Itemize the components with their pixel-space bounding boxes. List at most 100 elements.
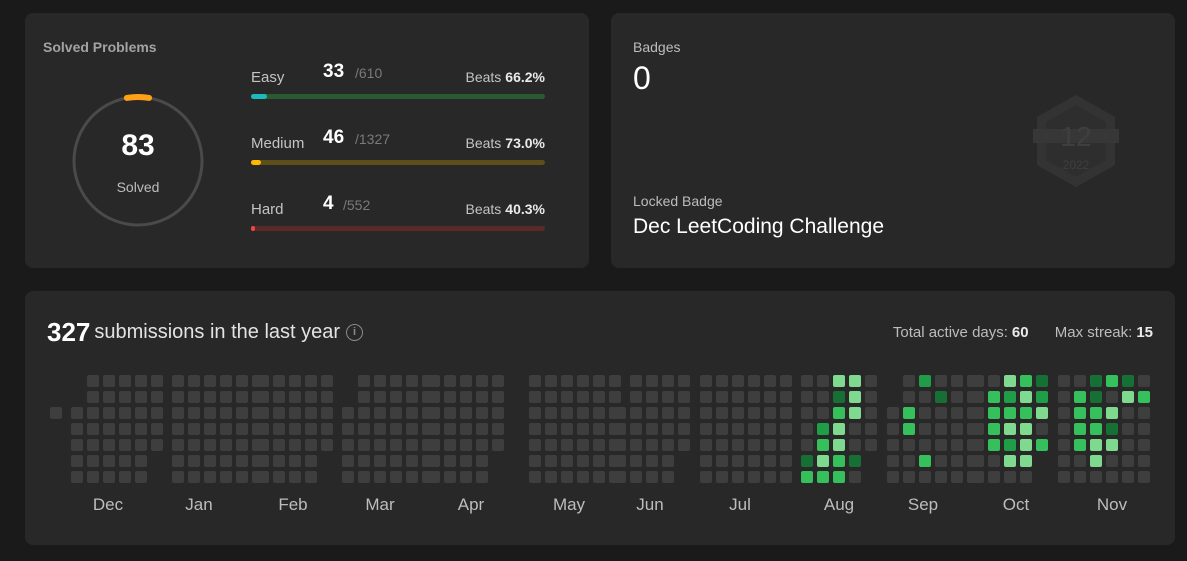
heatmap-day-cell[interactable]: [1036, 375, 1048, 387]
heatmap-day-cell[interactable]: [903, 439, 915, 451]
heatmap-day-cell[interactable]: [220, 439, 232, 451]
heatmap-day-cell[interactable]: [374, 455, 386, 467]
heatmap-day-cell[interactable]: [801, 471, 813, 483]
heatmap-day-cell[interactable]: [406, 407, 418, 419]
heatmap-day-cell[interactable]: [935, 375, 947, 387]
heatmap-day-cell[interactable]: [951, 391, 963, 403]
heatmap-day-cell[interactable]: [849, 407, 861, 419]
heatmap-day-cell[interactable]: [951, 375, 963, 387]
heatmap-day-cell[interactable]: [1090, 423, 1102, 435]
heatmap-day-cell[interactable]: [71, 407, 83, 419]
heatmap-day-cell[interactable]: [833, 391, 845, 403]
heatmap-day-cell[interactable]: [476, 375, 488, 387]
heatmap-day-cell[interactable]: [103, 423, 115, 435]
heatmap-day-cell[interactable]: [988, 407, 1000, 419]
heatmap-day-cell[interactable]: [342, 407, 354, 419]
heatmap-day-cell[interactable]: [903, 471, 915, 483]
heatmap-day-cell[interactable]: [716, 455, 728, 467]
heatmap-day-cell[interactable]: [257, 407, 269, 419]
heatmap-day-cell[interactable]: [305, 375, 317, 387]
heatmap-day-cell[interactable]: [1106, 471, 1118, 483]
heatmap-day-cell[interactable]: [662, 455, 674, 467]
heatmap-day-cell[interactable]: [1058, 455, 1070, 467]
heatmap-day-cell[interactable]: [865, 375, 877, 387]
heatmap-day-cell[interactable]: [71, 439, 83, 451]
heatmap-day-cell[interactable]: [390, 455, 402, 467]
heatmap-day-cell[interactable]: [780, 455, 792, 467]
heatmap-day-cell[interactable]: [119, 407, 131, 419]
heatmap-day-cell[interactable]: [919, 407, 931, 419]
heatmap-day-cell[interactable]: [919, 455, 931, 467]
heatmap-day-cell[interactable]: [172, 455, 184, 467]
heatmap-day-cell[interactable]: [748, 391, 760, 403]
heatmap-day-cell[interactable]: [257, 471, 269, 483]
heatmap-day-cell[interactable]: [460, 407, 472, 419]
heatmap-day-cell[interactable]: [972, 407, 984, 419]
heatmap-day-cell[interactable]: [204, 471, 216, 483]
heatmap-day-cell[interactable]: [561, 439, 573, 451]
heatmap-day-cell[interactable]: [748, 439, 760, 451]
heatmap-day-cell[interactable]: [476, 439, 488, 451]
heatmap-day-cell[interactable]: [1074, 423, 1086, 435]
heatmap-day-cell[interactable]: [204, 407, 216, 419]
heatmap-day-cell[interactable]: [833, 455, 845, 467]
heatmap-day-cell[interactable]: [358, 423, 370, 435]
heatmap-day-cell[interactable]: [972, 423, 984, 435]
heatmap-day-cell[interactable]: [732, 375, 744, 387]
heatmap-day-cell[interactable]: [545, 471, 557, 483]
heatmap-day-cell[interactable]: [273, 391, 285, 403]
heatmap-day-cell[interactable]: [545, 407, 557, 419]
heatmap-day-cell[interactable]: [135, 439, 147, 451]
heatmap-day-cell[interactable]: [748, 455, 760, 467]
heatmap-day-cell[interactable]: [646, 471, 658, 483]
heatmap-day-cell[interactable]: [887, 407, 899, 419]
heatmap-day-cell[interactable]: [614, 455, 626, 467]
heatmap-day-cell[interactable]: [951, 439, 963, 451]
heatmap-day-cell[interactable]: [865, 439, 877, 451]
heatmap-day-cell[interactable]: [444, 391, 456, 403]
heatmap-day-cell[interactable]: [273, 375, 285, 387]
heatmap-day-cell[interactable]: [801, 439, 813, 451]
heatmap-day-cell[interactable]: [561, 471, 573, 483]
heatmap-day-cell[interactable]: [1020, 455, 1032, 467]
heatmap-day-cell[interactable]: [887, 455, 899, 467]
heatmap-day-cell[interactable]: [289, 375, 301, 387]
heatmap-day-cell[interactable]: [630, 423, 642, 435]
heatmap-day-cell[interactable]: [135, 423, 147, 435]
heatmap-day-cell[interactable]: [1058, 423, 1070, 435]
heatmap-day-cell[interactable]: [1138, 439, 1150, 451]
heatmap-day-cell[interactable]: [1036, 391, 1048, 403]
heatmap-day-cell[interactable]: [1004, 439, 1016, 451]
heatmap-day-cell[interactable]: [428, 471, 440, 483]
heatmap-day-cell[interactable]: [1090, 471, 1102, 483]
heatmap-day-cell[interactable]: [817, 455, 829, 467]
heatmap-day-cell[interactable]: [700, 423, 712, 435]
heatmap-day-cell[interactable]: [305, 407, 317, 419]
heatmap-day-cell[interactable]: [305, 391, 317, 403]
heatmap-day-cell[interactable]: [700, 391, 712, 403]
heatmap-day-cell[interactable]: [71, 423, 83, 435]
heatmap-day-cell[interactable]: [716, 423, 728, 435]
heatmap-day-cell[interactable]: [593, 375, 605, 387]
heatmap-day-cell[interactable]: [865, 391, 877, 403]
heatmap-day-cell[interactable]: [236, 407, 248, 419]
heatmap-day-cell[interactable]: [135, 407, 147, 419]
heatmap-day-cell[interactable]: [577, 439, 589, 451]
heatmap-day-cell[interactable]: [103, 391, 115, 403]
heatmap-day-cell[interactable]: [646, 423, 658, 435]
heatmap-day-cell[interactable]: [716, 407, 728, 419]
heatmap-day-cell[interactable]: [593, 391, 605, 403]
heatmap-day-cell[interactable]: [732, 455, 744, 467]
heatmap-day-cell[interactable]: [780, 407, 792, 419]
heatmap-day-cell[interactable]: [135, 391, 147, 403]
heatmap-day-cell[interactable]: [988, 423, 1000, 435]
heatmap-day-cell[interactable]: [374, 423, 386, 435]
heatmap-day-cell[interactable]: [428, 407, 440, 419]
heatmap-day-cell[interactable]: [577, 407, 589, 419]
heatmap-day-cell[interactable]: [988, 391, 1000, 403]
heatmap-day-cell[interactable]: [492, 407, 504, 419]
heatmap-day-cell[interactable]: [972, 471, 984, 483]
heatmap-day-cell[interactable]: [1020, 407, 1032, 419]
heatmap-day-cell[interactable]: [444, 423, 456, 435]
heatmap-day-cell[interactable]: [428, 423, 440, 435]
